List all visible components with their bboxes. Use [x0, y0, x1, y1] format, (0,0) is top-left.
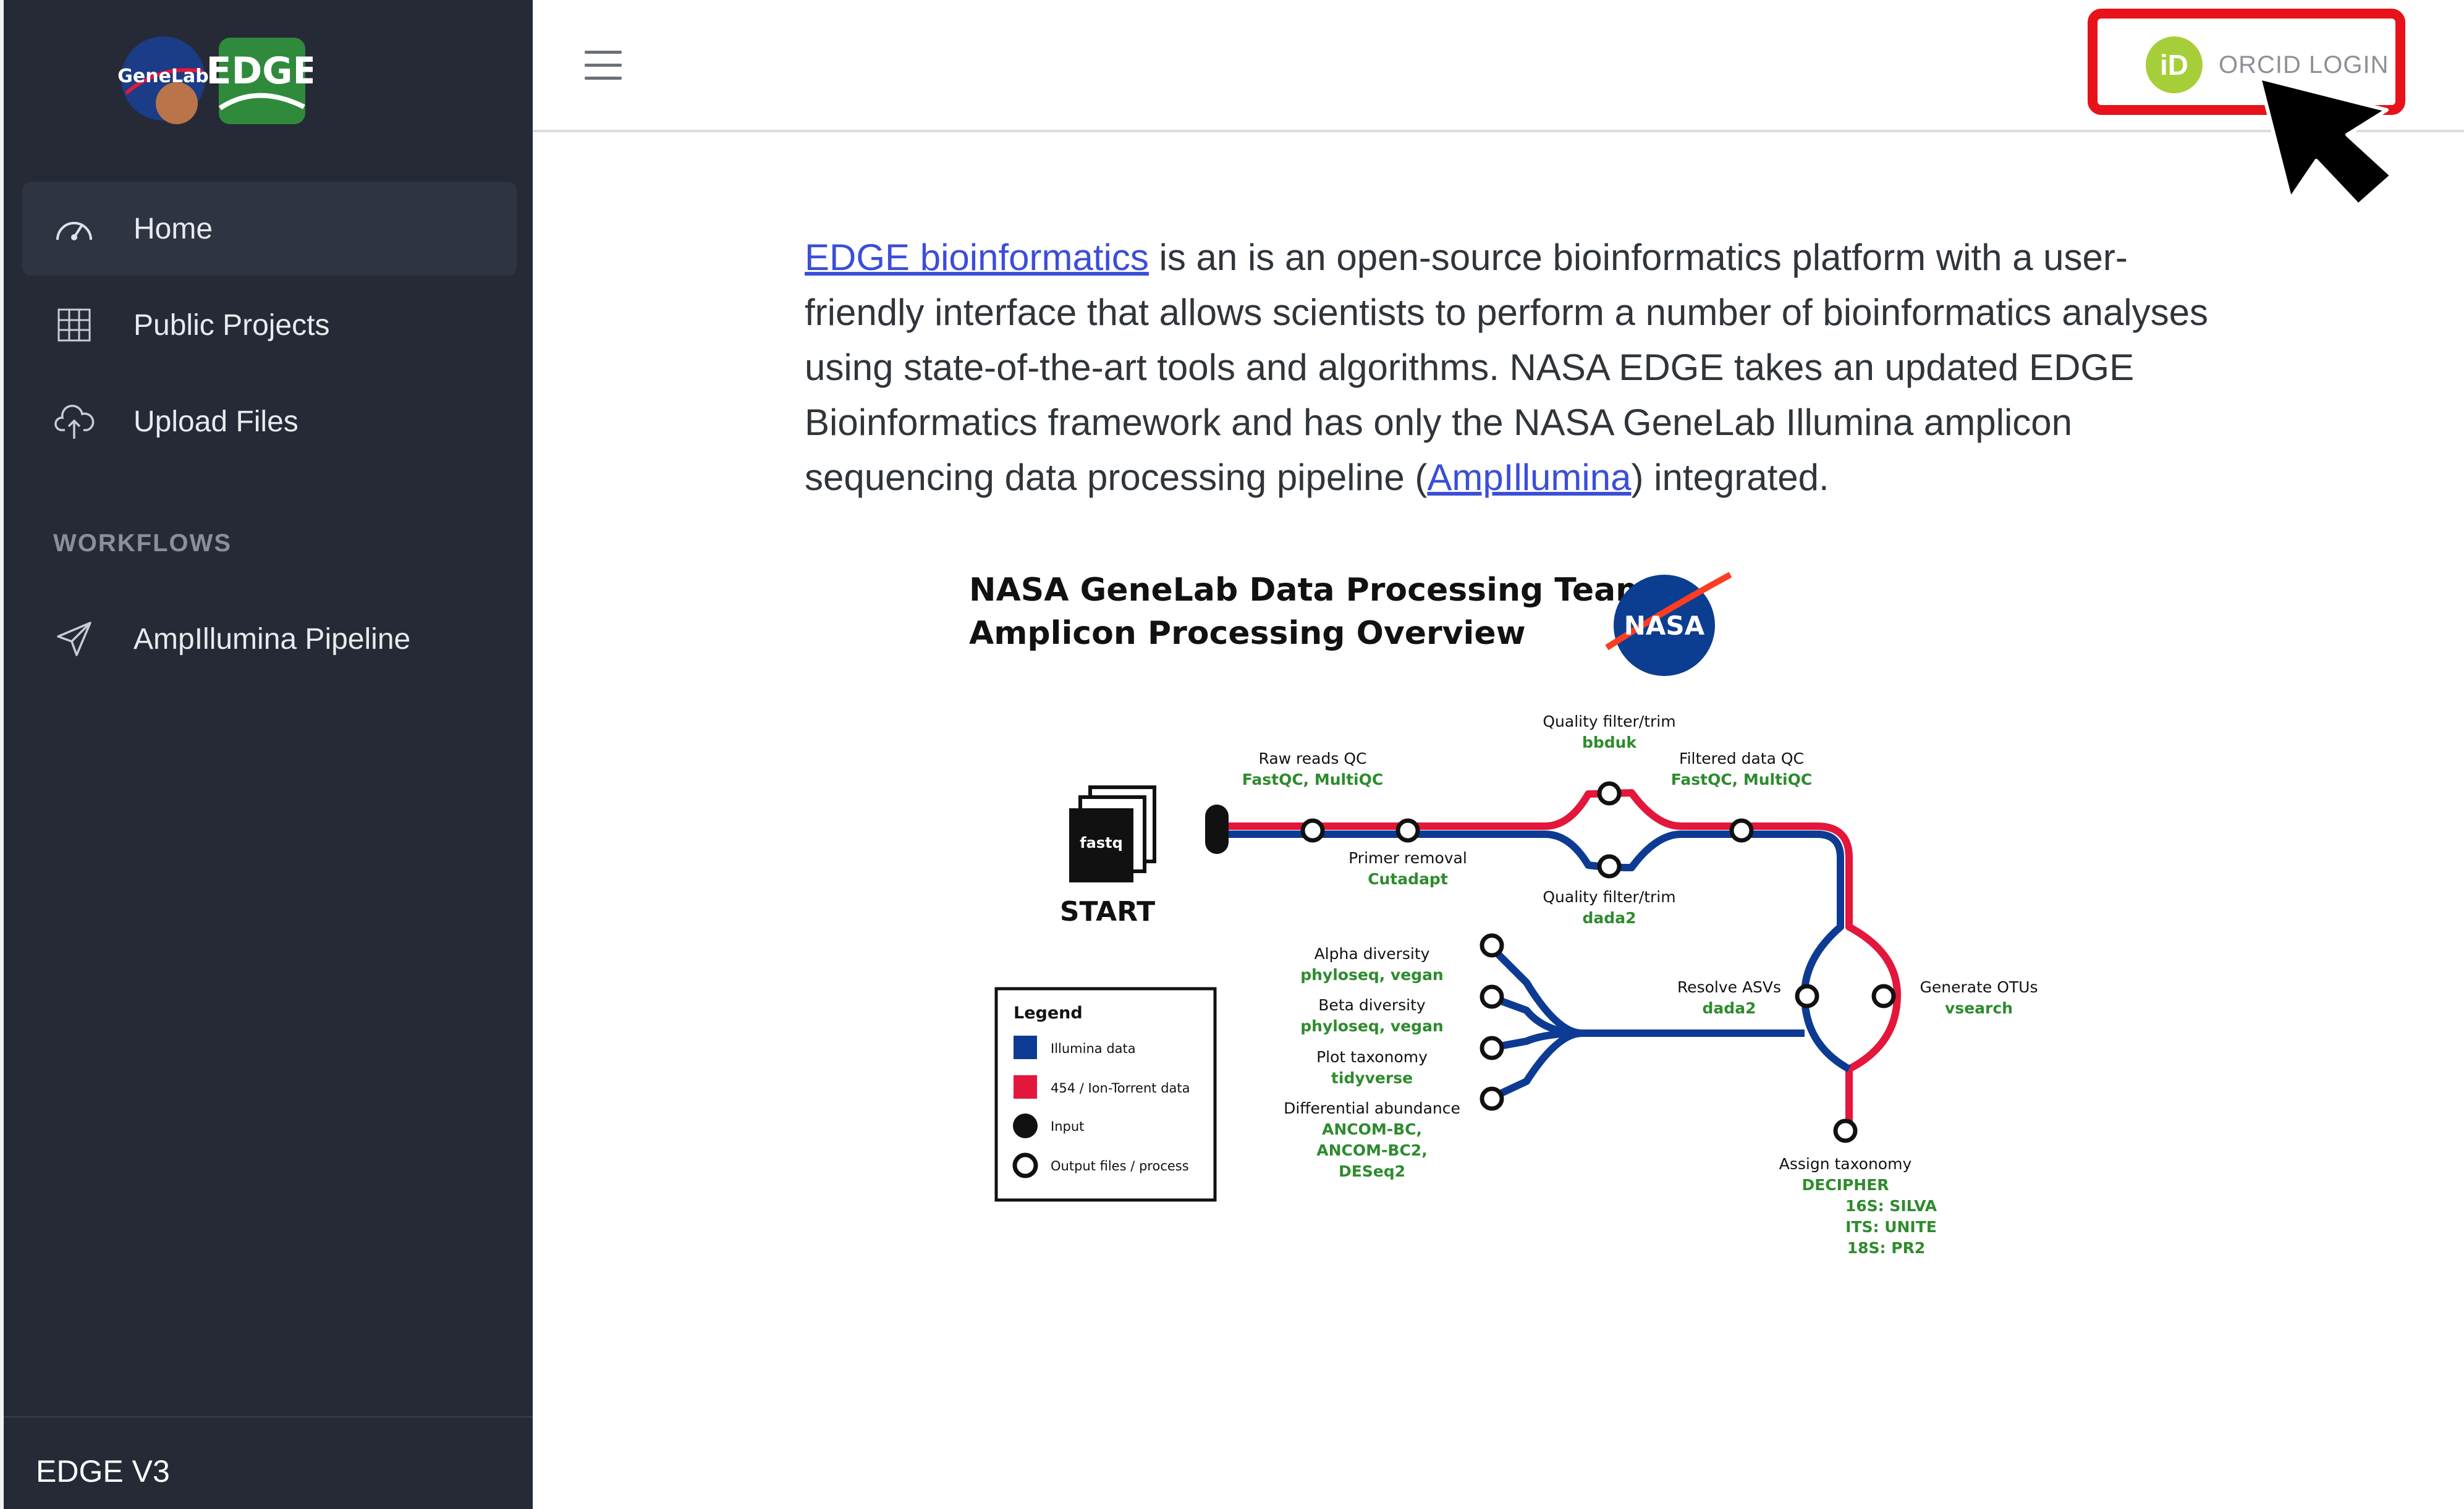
speedometer-icon [52, 206, 96, 251]
legend-illumina-swatch [1014, 1036, 1037, 1059]
primer-name: Primer removal [1348, 849, 1467, 867]
sidebar-item-label: AmpIllumina Pipeline [133, 622, 411, 656]
workflows-heading: WORKFLOWS [53, 530, 232, 557]
qf-top-tool: bbduk [1582, 733, 1637, 751]
sidebar-item-upload-files[interactable]: Upload Files [22, 374, 517, 468]
sidebar-item-label: Home [133, 212, 213, 245]
intro-paragraph: EDGE bioinformatics is an is an open-sou… [805, 230, 2214, 505]
resolve-asvs-tool: dada2 [1703, 999, 1756, 1017]
sidebar-item-label: Public Projects [133, 308, 330, 342]
filtered-qc-name: Filtered data QC [1679, 750, 1804, 767]
diagram-title-line2: Amplicon Processing Overview [969, 615, 1526, 652]
amplicon-pipeline-diagram: NASA GeneLab Data Processing Team Amplic… [969, 572, 2038, 1257]
raw-qc-name: Raw reads QC [1259, 750, 1367, 767]
plot-taxonomy-tool: tidyverse [1331, 1069, 1413, 1087]
top-header: iD ORCID LOGIN [533, 0, 2464, 132]
alpha-diversity-name: Alpha diversity [1315, 945, 1430, 963]
legend-illumina-label: Illumina data [1051, 1041, 1136, 1056]
assign-taxonomy-tool: DECIPHER [1801, 1176, 1889, 1194]
legend-output-swatch [1012, 1152, 1038, 1178]
nasa-logo-text: NASA [1624, 611, 1705, 641]
legend-output-label: Output files / process [1051, 1159, 1189, 1173]
ampillumina-link[interactable]: AmpIllumina [1427, 457, 1631, 498]
hamburger-icon[interactable] [585, 51, 622, 80]
generate-otus-name: Generate OTUs [1920, 978, 2038, 996]
primer-tool: Cutadapt [1368, 870, 1448, 888]
legend-input-swatch [1013, 1114, 1038, 1138]
fastq-file-icon: fastq [1069, 785, 1156, 882]
legend-ion-label: 454 / Ion-Torrent data [1051, 1081, 1190, 1096]
diagram-legend: Legend Illumina data 454 / Ion-Torrent d… [994, 987, 1217, 1202]
paper-plane-icon [52, 617, 96, 661]
sidebar-item-ampillumina-pipeline[interactable]: AmpIllumina Pipeline [22, 592, 517, 686]
resolve-asvs-name: Resolve ASVs [1677, 978, 1781, 996]
version-label: EDGE V3 [36, 1454, 170, 1489]
qf-bottom-name: Quality filter/trim [1543, 888, 1675, 906]
edge-logo: EDGE [206, 38, 318, 124]
diagram-title-line1: NASA GeneLab Data Processing Team [969, 572, 1649, 609]
taxonomy-db-16s: 16S: SILVA [1845, 1197, 1937, 1215]
mouse-cursor-icon [2258, 76, 2394, 207]
qf-top-name: Quality filter/trim [1543, 712, 1675, 730]
cloud-upload-icon [52, 399, 96, 444]
taxonomy-db-18s: 18S: PR2 [1847, 1239, 1925, 1257]
diff-abundance-tool3: DESeq2 [1339, 1162, 1405, 1180]
sidebar: GeneLab EDGE Home Public Projects Upload… [0, 0, 533, 1509]
raw-qc-tool: FastQC, MultiQC [1242, 771, 1383, 788]
edge-logo-text: EDGE [206, 49, 313, 93]
diff-abundance-tool2: ANCOM-BC2, [1316, 1141, 1427, 1159]
filtered-qc-tool: FastQC, MultiQC [1671, 771, 1812, 788]
sidebar-item-label: Upload Files [133, 405, 298, 438]
sidebar-footer: EDGE V3 [4, 1416, 533, 1509]
diff-abundance-tool1: ANCOM-BC, [1322, 1120, 1422, 1138]
input-node [1205, 805, 1229, 854]
start-label: START [1060, 896, 1155, 928]
sidebar-item-public-projects[interactable]: Public Projects [22, 278, 517, 372]
alpha-diversity-tool: phyloseq, vegan [1300, 966, 1443, 984]
sidebar-item-home[interactable]: Home [22, 182, 517, 276]
genelab-logo-text: GeneLab [117, 66, 209, 87]
qf-bottom-tool: dada2 [1583, 909, 1636, 927]
fastq-label: fastq [1080, 834, 1123, 852]
beta-diversity-name: Beta diversity [1318, 996, 1426, 1014]
beta-diversity-tool: phyloseq, vegan [1300, 1017, 1443, 1035]
assign-taxonomy-name: Assign taxonomy [1779, 1155, 1912, 1173]
diff-abundance-name: Differential abundance [1284, 1099, 1460, 1117]
legend-ion-swatch [1014, 1075, 1037, 1099]
legend-input-label: Input [1051, 1119, 1084, 1134]
intro-text-part2: ) integrated. [1631, 457, 1829, 498]
grid-icon [52, 303, 96, 347]
legend-title: Legend [1014, 1004, 1083, 1023]
edge-bioinformatics-link[interactable]: EDGE bioinformatics [805, 237, 1149, 278]
brand-logos[interactable]: GeneLab EDGE [115, 34, 318, 133]
orcid-icon: iD [2146, 36, 2203, 93]
taxonomy-db-its: ITS: UNITE [1845, 1218, 1937, 1236]
plot-taxonomy-name: Plot taxonomy [1316, 1048, 1428, 1066]
genelab-logo: GeneLab [117, 36, 209, 124]
generate-otus-tool: vsearch [1945, 999, 2013, 1017]
